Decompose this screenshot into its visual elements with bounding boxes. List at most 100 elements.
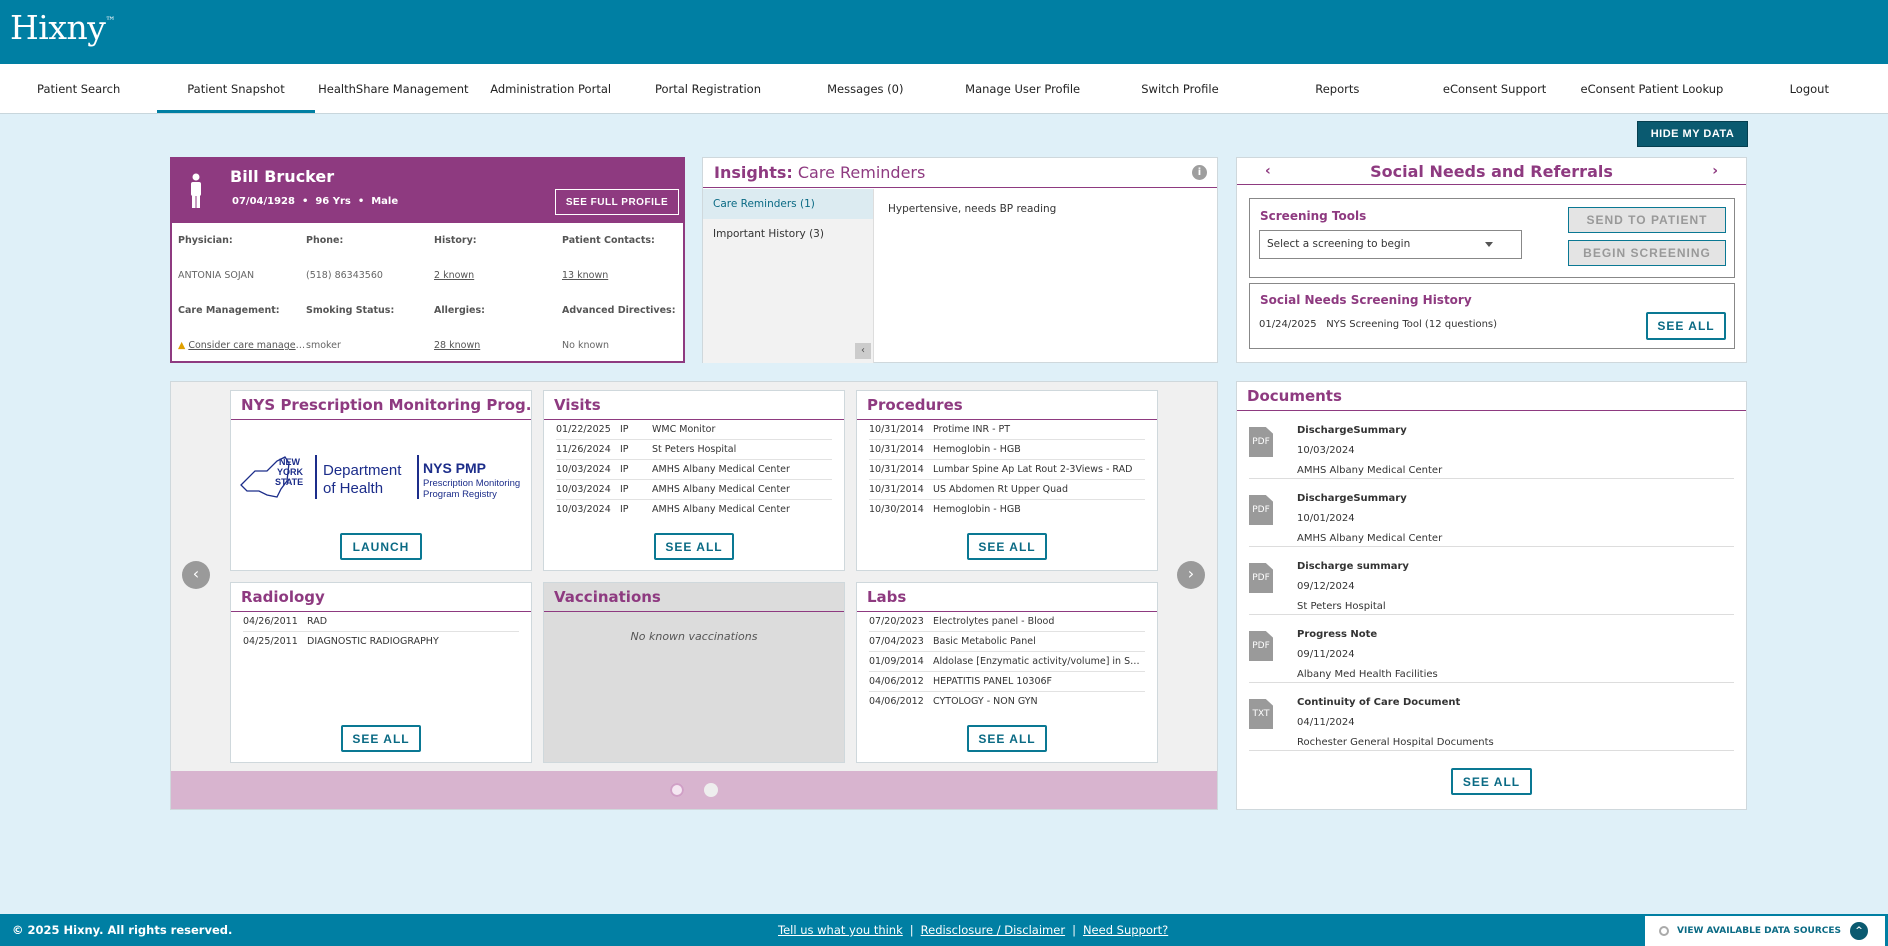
list-item[interactable]: PDF DischargeSummary 10/03/2024 AMHS Alb… (1249, 411, 1734, 479)
procedure-date: 10/31/2014 (869, 424, 924, 435)
nav-econsent-support[interactable]: eConsent Support (1416, 64, 1573, 113)
patient-contacts-label: Patient Contacts: (562, 235, 655, 246)
procedure-desc: Lumbar Spine Ap Lat Rout 2-3Views - RAD (933, 464, 1133, 475)
table-row[interactable]: 04/06/2012 HEPATITIS PANEL 10306F (869, 672, 1145, 692)
visit-type: IP (620, 424, 629, 435)
list-item[interactable]: PDF Discharge summary 09/12/2024 St Pete… (1249, 547, 1734, 615)
list-item[interactable]: PDF Progress Note 09/11/2024 Albany Med … (1249, 615, 1734, 683)
send-to-patient-button[interactable]: SEND TO PATIENT (1568, 207, 1726, 233)
screening-see-all-button[interactable]: SEE ALL (1646, 312, 1726, 340)
carousel-pagination (171, 771, 1217, 809)
table-row[interactable]: 11/26/2024 IP St Peters Hospital (556, 440, 832, 460)
begin-screening-button[interactable]: BEGIN SCREENING (1568, 240, 1726, 266)
info-icon[interactable]: i (1192, 165, 1207, 180)
table-row[interactable]: 10/03/2024 IP AMHS Albany Medical Center (556, 460, 832, 480)
document-name: DischargeSummary (1297, 425, 1407, 436)
procedures-see-all-button[interactable]: SEE ALL (967, 533, 1047, 560)
pmp-tile: NYS Prescription Monitoring Prog... NEW … (230, 390, 532, 571)
nav-logout[interactable]: Logout (1731, 64, 1888, 113)
see-full-profile-button[interactable]: SEE FULL PROFILE (555, 189, 679, 215)
screening-history-box: Social Needs Screening History 01/24/202… (1249, 283, 1735, 349)
table-row[interactable]: 04/25/2011 DIAGNOSTIC RADIOGRAPHY (243, 632, 519, 652)
logo-nys-pmp: NYS PMP (423, 460, 486, 476)
procedure-date: 10/31/2014 (869, 444, 924, 455)
nav-administration-portal[interactable]: Administration Portal (472, 64, 629, 113)
nav-econsent-patient-lookup[interactable]: eConsent Patient Lookup (1573, 64, 1730, 113)
feedback-link[interactable]: Tell us what you think (778, 923, 903, 937)
hixny-logo[interactable]: Hixny™ (10, 8, 115, 47)
tab-important-history[interactable]: Important History (3) (703, 219, 873, 249)
hide-my-data-button[interactable]: HIDE MY DATA (1637, 121, 1748, 147)
visits-title: Visits (544, 391, 844, 420)
table-row[interactable]: 10/31/2014 US Abdomen Rt Upper Quad (869, 480, 1145, 500)
table-row[interactable]: 07/20/2023 Electrolytes panel - Blood (869, 612, 1145, 632)
table-row[interactable]: 10/03/2024 IP AMHS Albany Medical Center (556, 480, 832, 500)
table-row[interactable]: 04/26/2011 RAD (243, 612, 519, 632)
nav-patient-snapshot[interactable]: Patient Snapshot (157, 64, 315, 113)
nav-messages[interactable]: Messages (0) (787, 64, 944, 113)
visit-date: 10/03/2024 (556, 484, 611, 495)
procedure-date: 10/31/2014 (869, 484, 924, 495)
history-link[interactable]: 2 known (434, 270, 474, 281)
table-row[interactable]: 10/03/2024 IP AMHS Albany Medical Center (556, 500, 832, 520)
table-row[interactable]: 01/22/2025 IP WMC Monitor (556, 420, 832, 440)
table-row[interactable]: 10/30/2014 Hemoglobin - HGB (869, 500, 1145, 520)
chevron-up-icon[interactable]: ^ (1850, 922, 1868, 940)
care-management-link[interactable]: Consider care management (188, 340, 306, 351)
labs-see-all-button[interactable]: SEE ALL (967, 725, 1047, 752)
chevron-left-icon[interactable]: ‹ (1265, 158, 1271, 185)
nav-patient-search[interactable]: Patient Search (0, 64, 157, 113)
copyright-text: © 2025 Hixny. All rights reserved. (12, 923, 233, 937)
phone-value: (518) 86343560 (306, 270, 383, 281)
visit-date: 11/26/2024 (556, 444, 611, 455)
document-name: Discharge summary (1297, 561, 1409, 572)
data-sources-button[interactable]: VIEW AVAILABLE DATA SOURCES ^ (1645, 916, 1885, 946)
visit-location: AMHS Albany Medical Center (652, 464, 790, 475)
table-row[interactable]: 01/09/2014 Aldolase [Enzymatic activity/v… (869, 652, 1145, 672)
carousel-next-icon[interactable]: › (1177, 561, 1205, 589)
lab-desc: HEPATITIS PANEL 10306F (933, 676, 1053, 687)
document-date: 09/11/2024 (1297, 649, 1355, 660)
support-link[interactable]: Need Support? (1083, 923, 1168, 937)
visits-see-all-button[interactable]: SEE ALL (654, 533, 734, 560)
screening-select[interactable]: Select a screening to begin (1259, 230, 1522, 259)
nav-portal-registration[interactable]: Portal Registration (629, 64, 786, 113)
list-item[interactable]: PDF DischargeSummary 10/01/2024 AMHS Alb… (1249, 479, 1734, 547)
person-icon (191, 173, 201, 208)
tab-care-reminders[interactable]: Care Reminders (1) (703, 189, 873, 219)
pmp-launch-button[interactable]: LAUNCH (340, 533, 422, 560)
table-row[interactable]: 07/04/2023 Basic Metabolic Panel (869, 632, 1145, 652)
list-item[interactable]: TXT Continuity of Care Document 04/11/20… (1249, 683, 1734, 751)
carousel-dot-1[interactable] (670, 783, 684, 797)
physician-value: ANTONIA SOJAN (178, 270, 255, 281)
document-date: 10/03/2024 (1297, 445, 1355, 456)
nav-reports[interactable]: Reports (1259, 64, 1416, 113)
document-source: Albany Med Health Facilities (1297, 669, 1438, 680)
table-row[interactable]: 10/31/2014 Protime INR - PT (869, 420, 1145, 440)
nav-healthshare-management[interactable]: HealthShare Management (315, 64, 472, 113)
allergies-link[interactable]: 28 known (434, 340, 480, 351)
nav-manage-user-profile[interactable]: Manage User Profile (944, 64, 1101, 113)
carousel-dot-2[interactable] (704, 783, 718, 797)
carousel-prev-icon[interactable]: ‹ (182, 561, 210, 589)
table-row[interactable]: 10/31/2014 Lumbar Spine Ap Lat Rout 2-3Vi… (869, 460, 1145, 480)
chevron-right-icon[interactable]: › (1712, 158, 1718, 185)
visit-location: St Peters Hospital (652, 444, 737, 455)
screening-tools-title: Screening Tools (1260, 209, 1367, 223)
screening-tools-box: Screening Tools Select a screening to be… (1249, 198, 1735, 278)
documents-see-all-button[interactable]: SEE ALL (1451, 768, 1532, 795)
nys-doh-logo: NEW YORK STATE Department of Health NYS … (240, 455, 520, 500)
radiology-see-all-button[interactable]: SEE ALL (341, 725, 421, 752)
logo-department: Department (323, 462, 402, 479)
disclaimer-link[interactable]: Redisclosure / Disclaimer (921, 923, 1065, 937)
table-row[interactable]: 04/06/2012 CYTOLOGY - NON GYN (869, 692, 1145, 712)
patient-contacts-link[interactable]: 13 known (562, 270, 608, 281)
radiology-tile: Radiology 04/26/2011 RAD 04/25/2011 DIAGNO… (230, 582, 532, 763)
nav-switch-profile[interactable]: Switch Profile (1101, 64, 1258, 113)
collapse-icon[interactable]: ‹ (855, 343, 871, 359)
screening-history-row: 01/24/2025 NYS Screening Tool (12 questi… (1259, 319, 1497, 330)
logo-new: NEW (279, 457, 301, 467)
txt-file-icon: TXT (1249, 699, 1273, 729)
table-row[interactable]: 10/31/2014 Hemoglobin - HGB (869, 440, 1145, 460)
patient-name: Bill Brucker (230, 167, 335, 186)
